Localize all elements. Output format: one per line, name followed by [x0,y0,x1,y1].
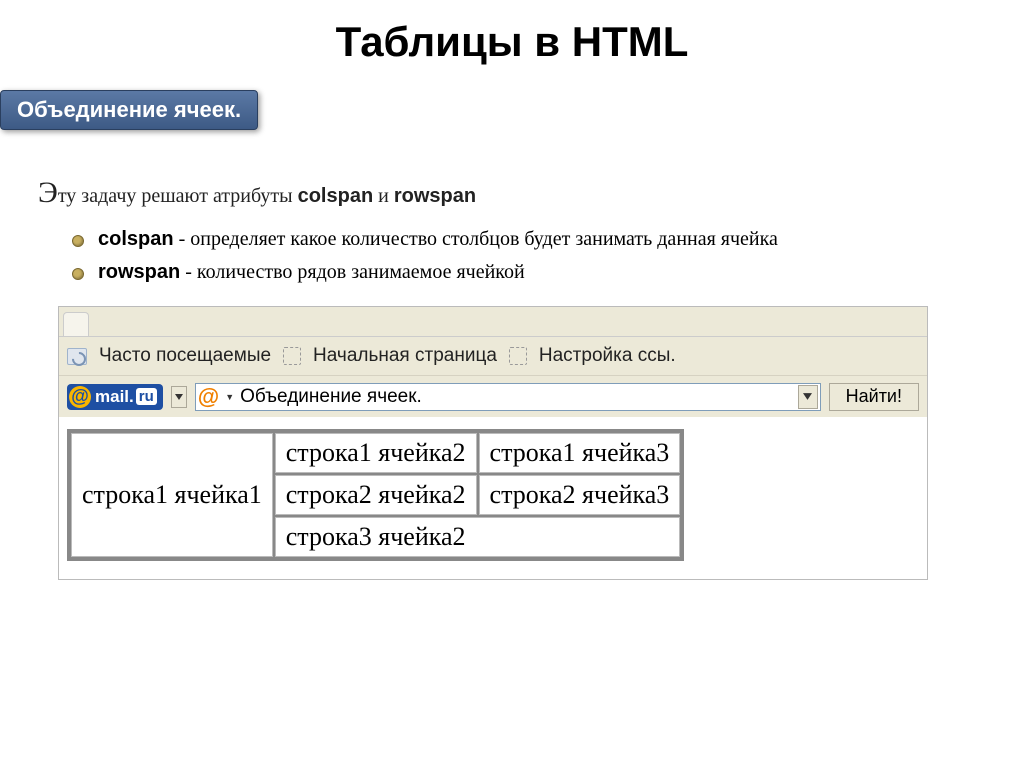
search-input-text: Объединение ячеек. [240,386,791,408]
bullet-term: colspan [98,228,174,250]
slide-title: Таблицы в HTML [0,0,1024,90]
chevron-down-icon [803,393,812,400]
intro-text-1: ту задачу решают атрибуты [58,185,298,207]
bullet-desc: - количество рядов занимаемое ячейкой [180,261,524,283]
search-engine-icon: @ [198,384,219,410]
intro-line: Эту задачу решают атрибуты colspan и row… [38,176,1024,210]
bookmark-bar: Часто посещаемые Начальная страница Наст… [59,337,927,375]
mail-logo[interactable]: @mail.ru [67,384,163,410]
intro-sep: и [373,185,394,207]
bullet-list: colspan - определяет какое количество ст… [72,228,1024,284]
logo-tld: ru [136,388,157,405]
search-input[interactable]: @ ▼ Объединение ячеек. [195,383,821,411]
logo-dot: . [129,387,134,407]
chevron-down-icon [175,394,183,400]
page-content: строка1 ячейка1 строка1 ячейка2 строка1 … [59,417,927,579]
table-cell: строка1 ячейка3 [479,433,681,473]
table-cell: строка3 ячейка2 [275,517,681,557]
page-placeholder-icon[interactable] [283,347,301,365]
browser-tab-strip [59,307,927,337]
bullet-icon [72,235,84,247]
intro-attr-colspan: colspan [298,185,374,207]
table-cell: строка2 ячейка3 [479,475,681,515]
logo-brand: mail [95,387,129,407]
folder-icon[interactable] [67,348,87,365]
bullet-text: colspan - определяет какое количество ст… [98,228,778,251]
demo-table: строка1 ячейка1 строка1 ячейка2 строка1 … [67,429,684,561]
bullet-item: rowspan - количество рядов занимаемое яч… [72,261,1024,284]
intro-attr-rowspan: rowspan [394,185,476,207]
browser-tab[interactable] [63,312,89,336]
intro-first-letter: Э [38,176,58,209]
bullet-icon [72,268,84,280]
search-history-dropdown[interactable] [798,385,818,409]
table-cell: строка1 ячейка1 [71,433,273,557]
page-placeholder-icon[interactable] [509,347,527,365]
find-button[interactable]: Найти! [829,383,919,411]
bullet-desc: - определяет какое количество столбцов б… [174,228,778,250]
chevron-down-icon: ▼ [225,392,234,402]
at-icon: @ [69,386,91,408]
bullet-item: colspan - определяет какое количество ст… [72,228,1024,251]
bookmark-frequent[interactable]: Часто посещаемые [99,345,271,367]
bullet-term: rowspan [98,261,180,283]
bookmark-start-page[interactable]: Начальная страница [313,345,497,367]
bookmark-custom-link[interactable]: Настройка ссы. [539,345,676,367]
table-cell: строка2 ячейка2 [275,475,477,515]
table-row: строка1 ячейка1 строка1 ячейка2 строка1 … [71,433,680,473]
search-toolbar: @mail.ru @ ▼ Объединение ячеек. Найти! [59,375,927,417]
section-badge: Объединение ячеек. [0,90,258,130]
browser-frame: Часто посещаемые Начальная страница Наст… [58,306,928,580]
table-cell: строка1 ячейка2 [275,433,477,473]
logo-dropdown-button[interactable] [171,386,187,408]
bullet-text: rowspan - количество рядов занимаемое яч… [98,261,525,284]
